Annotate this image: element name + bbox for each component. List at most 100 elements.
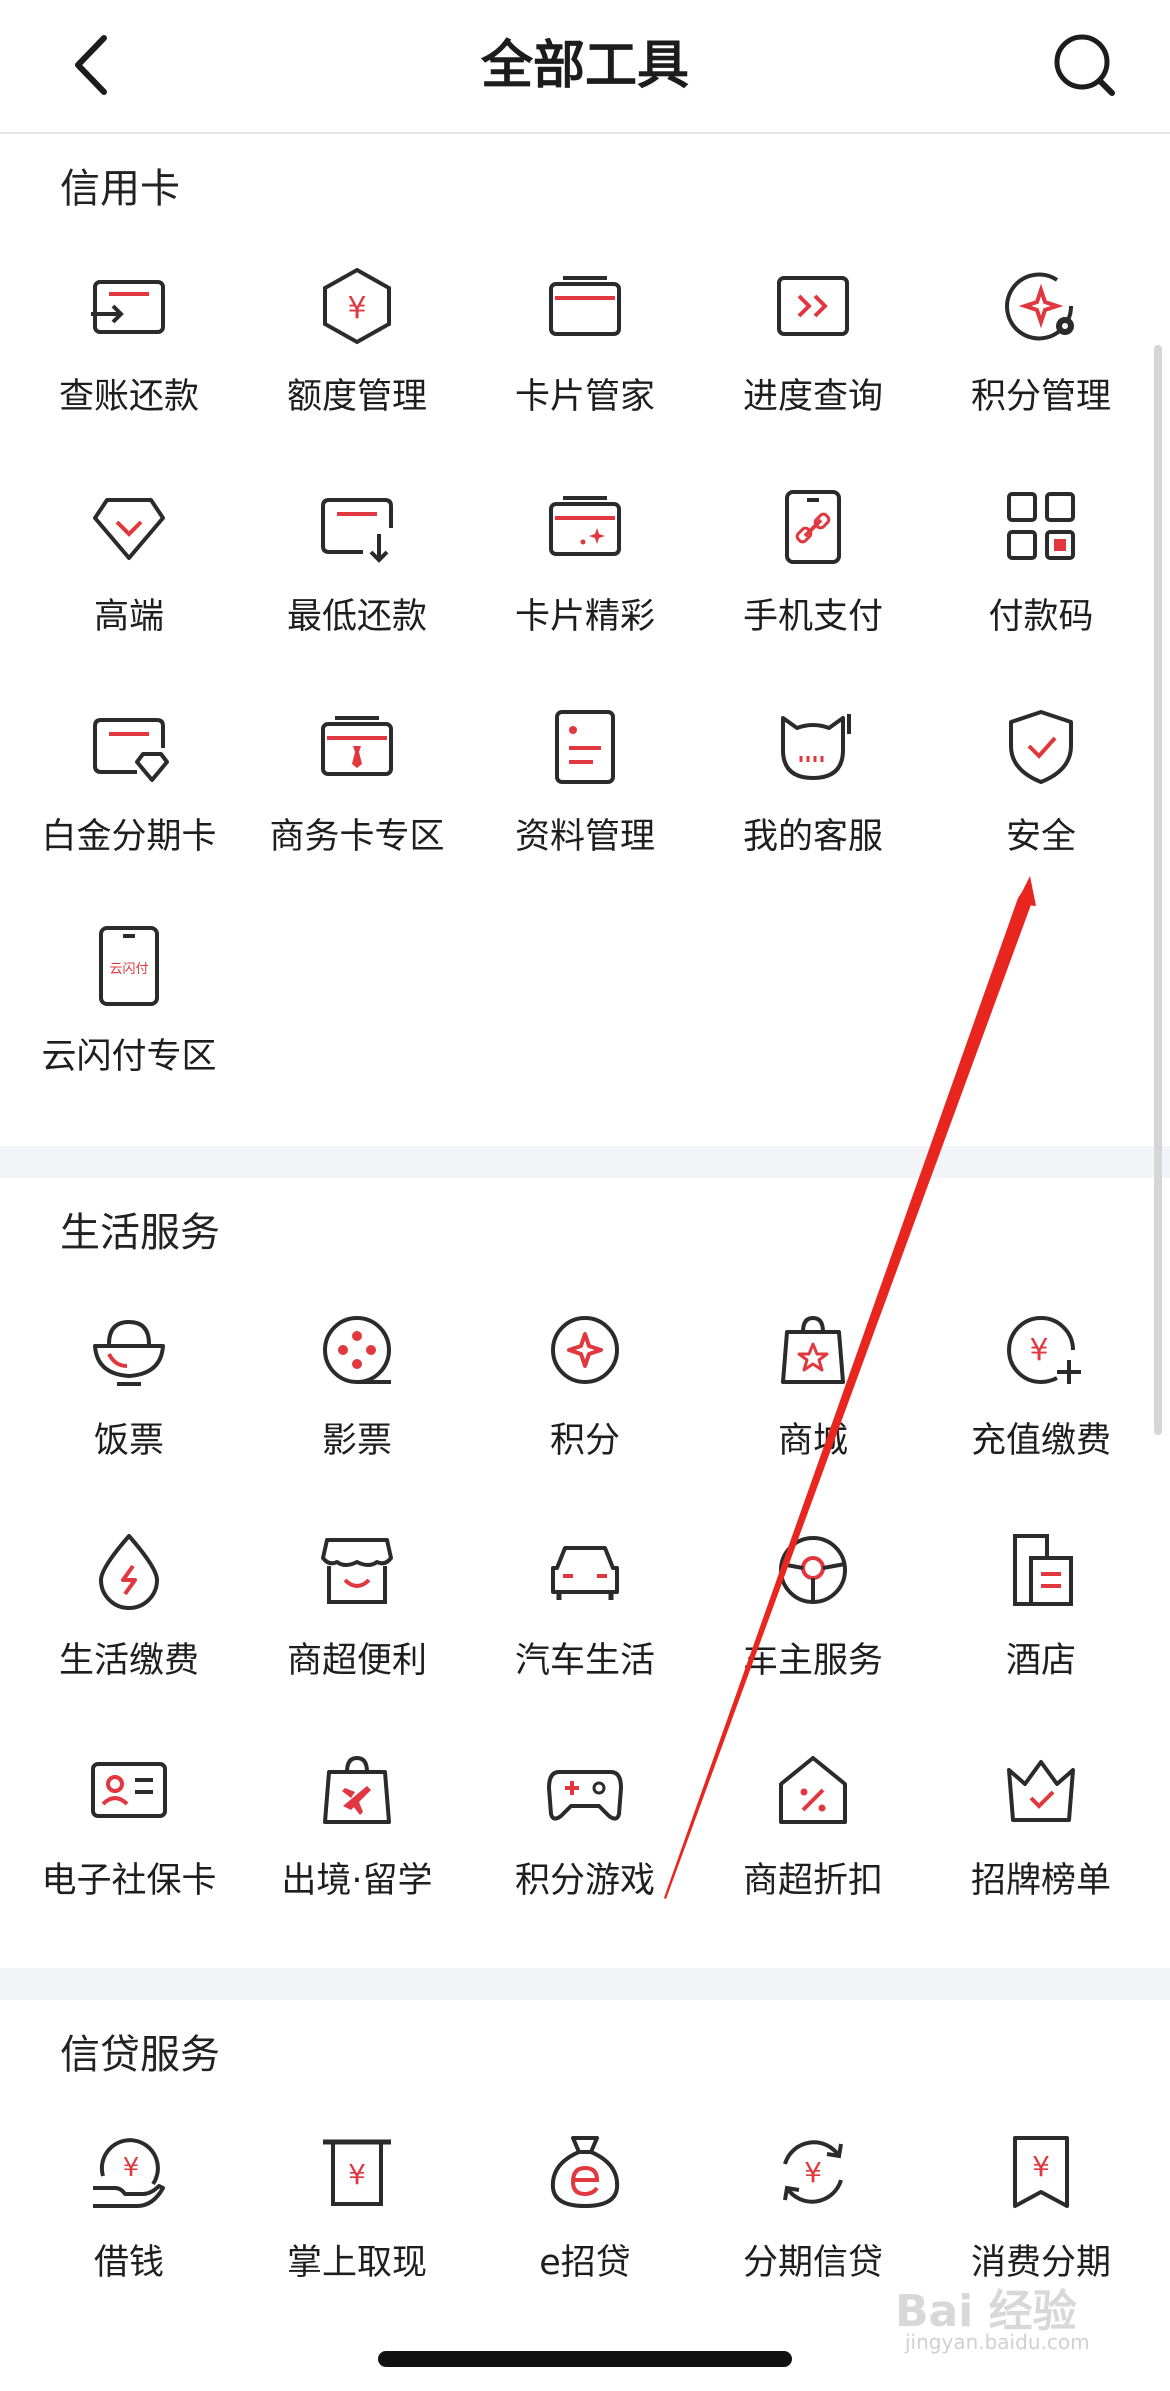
tool-label: 充值缴费 [970,1421,1111,1461]
svg-text:¥: ¥ [123,2153,140,2183]
tool-label: 付款码 [988,597,1094,637]
section-title-loan-services: 信贷服务 [60,2032,220,2078]
business-card-icon [321,716,393,776]
section-separator [0,1968,1170,2000]
points-icon [551,1316,619,1384]
tool-top-ranking[interactable]: 招牌榜单 [927,1736,1155,1936]
progress-icon [777,276,849,336]
tool-security[interactable]: 安全 [927,692,1155,892]
tool-label: 我的客服 [742,817,883,857]
tool-supermarket-discount[interactable]: 商超折扣 [699,1736,927,1936]
tool-points[interactable]: 积分 [471,1296,699,1496]
tool-recharge[interactable]: ¥ 充值缴费 [927,1296,1155,1496]
tool-label: 积分管理 [970,377,1111,417]
tool-bill-repay[interactable]: 查账还款 [15,252,243,452]
tool-car-life[interactable]: 汽车生活 [471,1516,699,1716]
tool-label: 酒店 [1005,1641,1076,1681]
tool-label: 商超折扣 [742,1861,883,1901]
tool-e-loan[interactable]: e招贷 [471,2118,699,2318]
tool-label: 额度管理 [286,377,427,417]
tool-business-card[interactable]: 商务卡专区 [243,692,471,892]
tool-pay-code[interactable]: 付款码 [927,472,1155,672]
crown-ranking-icon [1007,1760,1075,1822]
tool-label: 电子社保卡 [41,1861,217,1901]
tool-car-owner-service[interactable]: 车主服务 [699,1516,927,1716]
gamepad-icon [547,1770,623,1821]
tool-borrow[interactable]: ¥ 借钱 [15,2118,243,2318]
section-credit-card: 信用卡 查账还款 ¥ 额度管理 卡片管家 进度查询 积分管理 高端 最低还款 卡… [0,134,1170,1146]
tool-social-security[interactable]: 电子社保卡 [15,1736,243,1936]
utility-drop-icon [99,1534,159,1610]
installment-loan-icon: ¥ [783,2140,843,2204]
tool-points-manage[interactable]: 积分管理 [927,252,1155,452]
travel-bag-icon [323,1755,391,1824]
tool-label: 积分游戏 [514,1861,655,1901]
tool-platinum-card[interactable]: 白金分期卡 [15,692,243,892]
borrow-money-icon: ¥ [93,2138,165,2208]
tool-min-repay[interactable]: 最低还款 [243,472,471,672]
tool-profile-manage[interactable]: 资料管理 [471,692,699,892]
tool-label: 进度查询 [742,377,883,417]
store-icon [321,1538,393,1604]
tool-premium[interactable]: 高端 [15,472,243,672]
min-repay-icon [321,498,393,563]
tool-label: 分期信贷 [742,2243,883,2283]
tool-label: 招牌榜单 [970,1861,1111,1901]
section-title-credit-card: 信用卡 [60,166,180,212]
svg-text:¥: ¥ [347,291,366,326]
tool-customer-service[interactable]: 我的客服 [699,692,927,892]
tool-label: 云闪付专区 [41,1037,217,1077]
tool-movie-ticket[interactable]: 影票 [243,1296,471,1496]
tool-points-game[interactable]: 积分游戏 [471,1736,699,1936]
tool-label: 影票 [321,1421,392,1461]
social-security-card-icon [91,1762,167,1818]
shopping-bag-icon [781,1315,845,1384]
scrollbar[interactable] [1154,345,1162,1435]
tool-label: 手机支付 [742,597,883,637]
tool-phone-pay[interactable]: 手机支付 [699,472,927,672]
tool-utility-pay[interactable]: 生活缴费 [15,1516,243,1716]
tool-card-manager[interactable]: 卡片管家 [471,252,699,452]
discount-icon [779,1756,847,1824]
tool-label: e招贷 [539,2243,631,2283]
tool-label: 高端 [93,597,164,637]
tool-card-highlights[interactable]: 卡片精彩 [471,472,699,672]
tool-convenience-store[interactable]: 商超便利 [243,1516,471,1716]
search-icon[interactable] [1052,30,1118,100]
qr-code-icon [1007,492,1075,560]
tool-label: 商城 [777,1421,848,1461]
tool-label: 生活缴费 [58,1641,199,1681]
phone-pay-icon [785,490,841,564]
tool-label: 查账还款 [58,377,199,417]
points-settings-icon [1005,272,1074,341]
watermark-url: jingyan.baidu.com [905,2330,1090,2354]
tool-credit-limit[interactable]: ¥ 额度管理 [243,252,471,452]
tool-hotel[interactable]: 酒店 [927,1516,1155,1716]
tool-meal-ticket[interactable]: 饭票 [15,1296,243,1496]
tool-unionpay-zone[interactable]: 云闪付 云闪付专区 [15,912,243,1112]
section-life-services: 生活服务 饭票 影票 积分 商城 ¥ 充值缴费 生活缴费 商超便利 汽车生活 车… [0,1178,1170,1968]
tool-label: 出境·留学 [281,1861,433,1901]
tool-mall[interactable]: 商城 [699,1296,927,1496]
page-title: 全部工具 [480,36,689,96]
tool-label: 商务卡专区 [269,817,445,857]
tool-label: 卡片管家 [514,377,655,417]
tool-label: 掌上取现 [286,2243,427,2283]
tool-label: 汽车生活 [514,1641,655,1681]
tool-cash-withdraw[interactable]: ¥ 掌上取现 [243,2118,471,2318]
tool-progress[interactable]: 进度查询 [699,252,927,452]
svg-text:¥: ¥ [804,2156,822,2189]
tool-label: 安全 [1005,817,1076,857]
section-separator [0,1146,1170,1178]
tool-label: 卡片精彩 [514,597,655,637]
home-indicator[interactable] [378,2351,792,2367]
svg-text:¥: ¥ [1029,1333,1048,1368]
tool-label: 资料管理 [514,817,655,857]
unionpay-quickpass-icon: 云闪付 [99,926,159,1006]
tool-travel-study[interactable]: 出境·留学 [243,1736,471,1936]
platinum-card-icon [93,718,169,782]
shield-check-icon [1009,710,1073,784]
top-bar: 全部工具 [0,0,1170,134]
diamond-icon [93,498,165,560]
tool-installment-loan[interactable]: ¥ 分期信贷 [699,2118,927,2318]
